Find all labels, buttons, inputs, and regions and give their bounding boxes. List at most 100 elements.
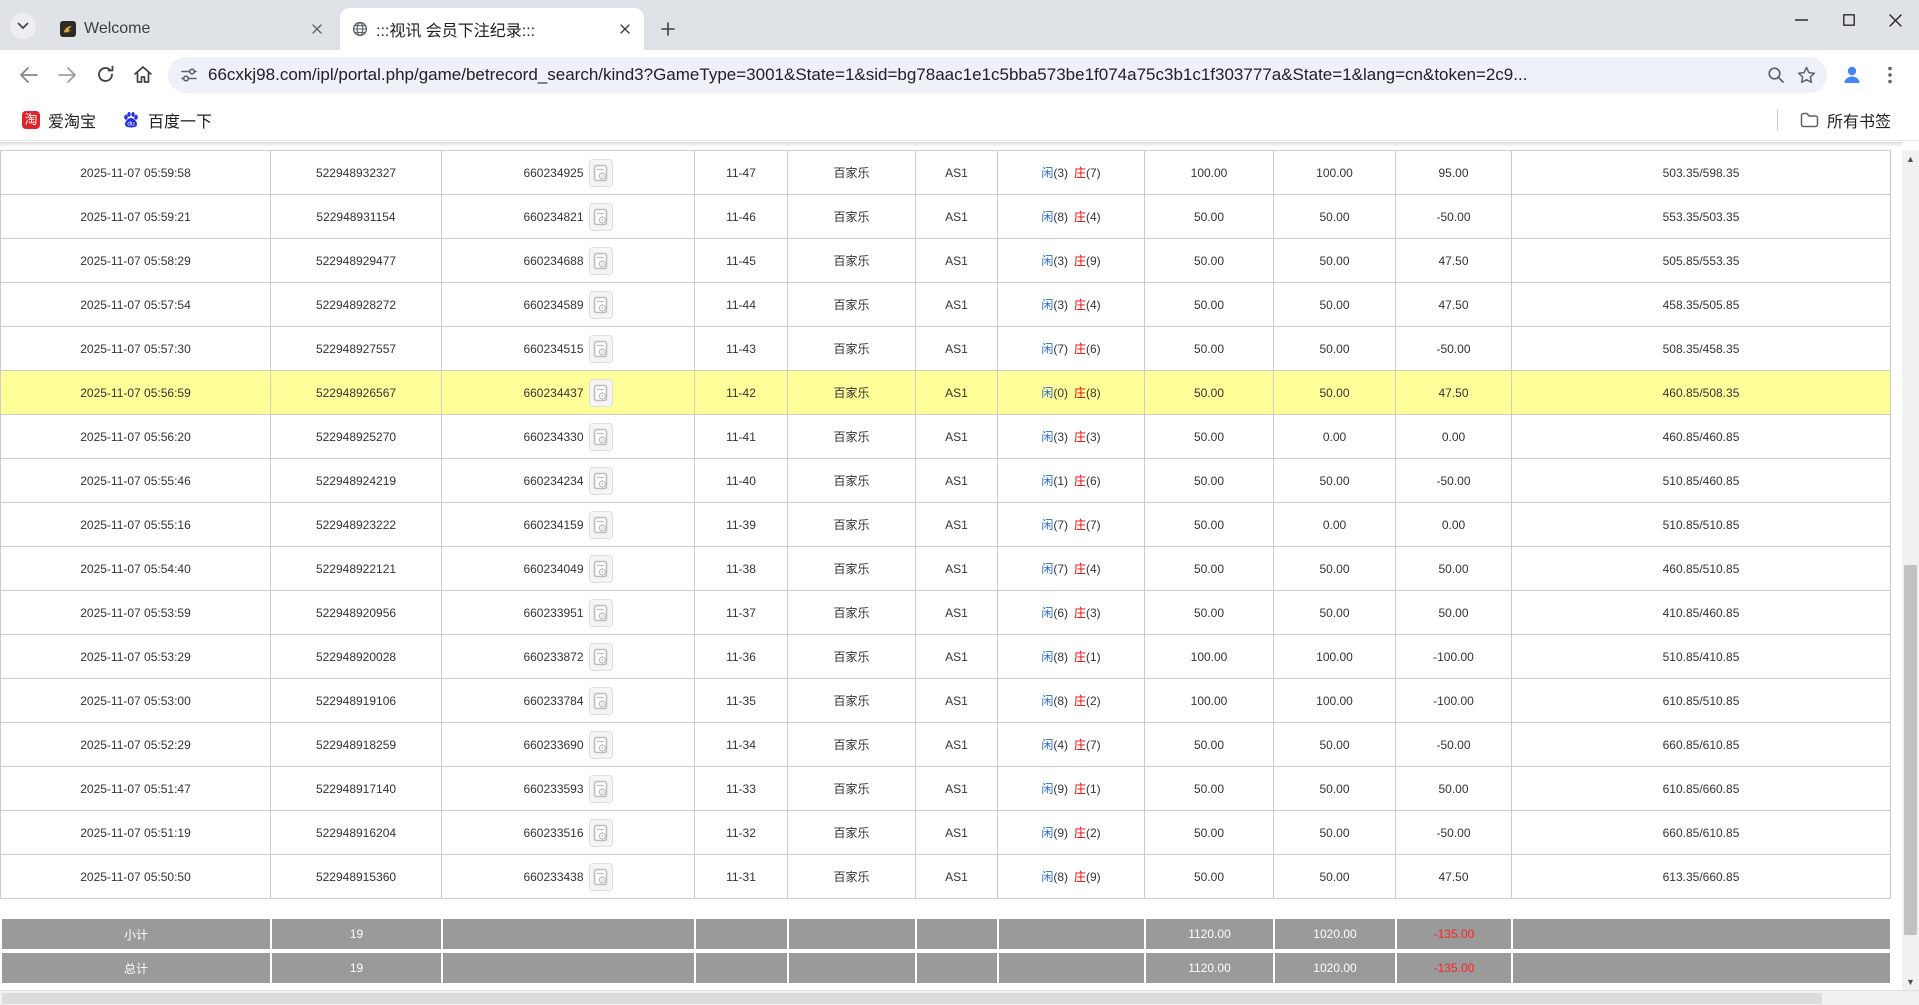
video-playback-icon[interactable] — [589, 423, 613, 451]
table-row[interactable]: 2025-11-07 05:56:20522948925270660234330… — [1, 415, 1891, 459]
video-playback-icon[interactable] — [589, 643, 613, 671]
vertical-scrollbar-thumb[interactable] — [1904, 565, 1917, 935]
tab-bet-records[interactable]: :::视讯 会员下注纪录::: — [340, 8, 644, 50]
cell-table-id: AS1 — [916, 767, 998, 811]
banker-label: 庄 — [1074, 782, 1086, 796]
all-bookmarks-button[interactable]: 所有书签 — [1790, 103, 1901, 137]
cell-period: 11-41 — [695, 415, 788, 459]
reload-button[interactable] — [88, 58, 122, 92]
cell-bet-amount[interactable]: 50.00 — [1145, 327, 1274, 371]
horizontal-scrollbar-thumb[interactable] — [2, 993, 1822, 1004]
table-row[interactable]: 2025-11-07 05:59:58522948932327660234925… — [1, 151, 1891, 195]
round-id: 660233690 — [523, 738, 583, 752]
video-playback-icon[interactable] — [589, 511, 613, 539]
vertical-scrollbar[interactable]: ▲ ▼ — [1902, 150, 1919, 990]
table-row[interactable]: 2025-11-07 05:58:29522948929477660234688… — [1, 239, 1891, 283]
window-minimize-button[interactable] — [1778, 0, 1825, 40]
cell-bet-amount[interactable]: 50.00 — [1145, 723, 1274, 767]
horizontal-scrollbar[interactable] — [0, 990, 1919, 1005]
video-playback-icon[interactable] — [589, 247, 613, 275]
cell-bet-time: 2025-11-07 05:57:54 — [1, 283, 271, 327]
new-tab-button[interactable] — [654, 15, 682, 43]
tab-welcome[interactable]: Welcome — [48, 8, 336, 50]
video-playback-icon[interactable] — [589, 775, 613, 803]
cell-bet-amount[interactable]: 50.00 — [1145, 811, 1274, 855]
cell-bet-amount[interactable]: 50.00 — [1145, 855, 1274, 899]
video-playback-icon[interactable] — [589, 291, 613, 319]
video-playback-icon[interactable] — [589, 467, 613, 495]
site-info-icon[interactable] — [180, 66, 198, 84]
forward-button[interactable] — [50, 58, 84, 92]
cell-game-name: 百家乐 — [788, 459, 916, 503]
zoom-magnifier-icon[interactable] — [1761, 60, 1791, 90]
table-row[interactable]: 2025-11-07 05:59:21522948931154660234821… — [1, 195, 1891, 239]
round-id: 660234821 — [523, 210, 583, 224]
browser-menu-icon[interactable] — [1873, 58, 1907, 92]
cell-bet-amount[interactable]: 50.00 — [1145, 767, 1274, 811]
video-playback-icon[interactable] — [589, 203, 613, 231]
table-row[interactable]: 2025-11-07 05:53:00522948919106660233784… — [1, 679, 1891, 723]
bookmark-item-baidu[interactable]: du 百度一下 — [112, 103, 222, 137]
video-playback-icon[interactable] — [589, 159, 613, 187]
home-button[interactable] — [126, 58, 160, 92]
cell-bet-amount[interactable]: 50.00 — [1145, 371, 1274, 415]
profile-avatar[interactable] — [1835, 58, 1869, 92]
summary-amount: 1120.00 — [1145, 918, 1274, 950]
cell-bet-amount[interactable]: 50.00 — [1145, 239, 1274, 283]
tab-search-button[interactable] — [10, 13, 36, 39]
bookmark-item-taobao[interactable]: 淘 爱淘宝 — [12, 103, 106, 137]
cell-game-name: 百家乐 — [788, 415, 916, 459]
table-row[interactable]: 2025-11-07 05:53:59522948920956660233951… — [1, 591, 1891, 635]
video-playback-icon[interactable] — [589, 731, 613, 759]
video-playback-icon[interactable] — [589, 687, 613, 715]
round-id: 660234925 — [523, 166, 583, 180]
table-row[interactable]: 2025-11-07 05:55:46522948924219660234234… — [1, 459, 1891, 503]
back-button[interactable] — [12, 58, 46, 92]
table-row[interactable]: 2025-11-07 05:57:54522948928272660234589… — [1, 283, 1891, 327]
bookmark-star-icon[interactable] — [1791, 60, 1821, 90]
video-playback-icon[interactable] — [589, 379, 613, 407]
player-label: 闲 — [1041, 606, 1053, 620]
cell-bet-amount[interactable]: 100.00 — [1145, 635, 1274, 679]
cell-balance: 460.85/508.35 — [1512, 371, 1891, 415]
cell-bet-amount[interactable]: 50.00 — [1145, 459, 1274, 503]
cell-bet-amount[interactable]: 50.00 — [1145, 547, 1274, 591]
url-text[interactable]: 66cxkj98.com/ipl/portal.php/game/betreco… — [208, 65, 1761, 85]
table-row[interactable]: 2025-11-07 05:57:30522948927557660234515… — [1, 327, 1891, 371]
video-playback-icon[interactable] — [589, 819, 613, 847]
cell-bet-amount[interactable]: 50.00 — [1145, 283, 1274, 327]
cell-bet-amount[interactable]: 50.00 — [1145, 503, 1274, 547]
cell-bet-amount[interactable]: 50.00 — [1145, 195, 1274, 239]
player-points: (8) — [1053, 210, 1068, 224]
address-bar[interactable]: 66cxkj98.com/ipl/portal.php/game/betreco… — [168, 57, 1827, 93]
cell-bet-amount[interactable]: 50.00 — [1145, 591, 1274, 635]
subtotal-row-table: 小计191120.001020.00-135.00 — [0, 917, 1892, 951]
table-row[interactable]: 2025-11-07 05:54:40522948922121660234049… — [1, 547, 1891, 591]
table-row[interactable]: 2025-11-07 05:53:29522948920028660233872… — [1, 635, 1891, 679]
close-tab-icon[interactable] — [308, 20, 326, 38]
scroll-down-icon[interactable]: ▼ — [1902, 973, 1919, 990]
cell-bet-id: 522948929477 — [271, 239, 442, 283]
table-row[interactable]: 2025-11-07 05:52:29522948918259660233690… — [1, 723, 1891, 767]
table-row[interactable]: 2025-11-07 05:51:19522948916204660233516… — [1, 811, 1891, 855]
cell-win-loss: -100.00 — [1396, 635, 1512, 679]
cell-valid-amount: 50.00 — [1274, 195, 1396, 239]
window-close-button[interactable] — [1872, 0, 1919, 40]
cell-bet-id: 522948922121 — [271, 547, 442, 591]
table-row[interactable]: 2025-11-07 05:50:50522948915360660233438… — [1, 855, 1891, 899]
window-maximize-button[interactable] — [1825, 0, 1872, 40]
video-playback-icon[interactable] — [589, 335, 613, 363]
cell-bet-amount[interactable]: 100.00 — [1145, 151, 1274, 195]
cell-balance: 458.35/505.85 — [1512, 283, 1891, 327]
table-row[interactable]: 2025-11-07 05:55:16522948923222660234159… — [1, 503, 1891, 547]
cell-bet-amount[interactable]: 50.00 — [1145, 415, 1274, 459]
table-row[interactable]: 2025-11-07 05:51:47522948917140660233593… — [1, 767, 1891, 811]
close-tab-icon[interactable] — [616, 20, 634, 38]
video-playback-icon[interactable] — [589, 863, 613, 891]
player-label: 闲 — [1041, 782, 1053, 796]
scroll-up-icon[interactable]: ▲ — [1902, 150, 1919, 167]
table-row[interactable]: 2025-11-07 05:56:59522948926567660234437… — [1, 371, 1891, 415]
cell-bet-amount[interactable]: 100.00 — [1145, 679, 1274, 723]
video-playback-icon[interactable] — [589, 599, 613, 627]
video-playback-icon[interactable] — [589, 555, 613, 583]
